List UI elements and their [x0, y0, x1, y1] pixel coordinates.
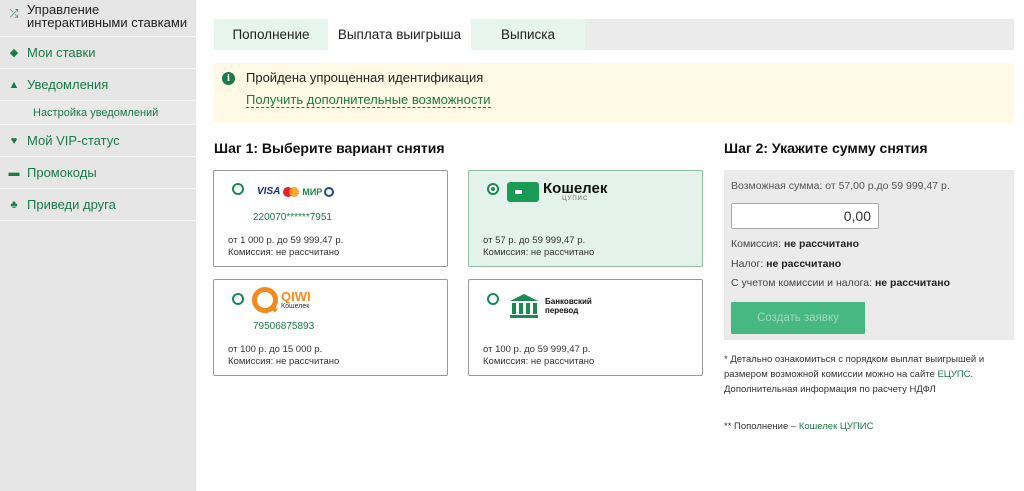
info-icon: i [222, 72, 235, 85]
interactive-icon: ⤮ [9, 7, 19, 20]
option-range: от 100 р. до 15 000 р. [228, 344, 323, 355]
tab-statement[interactable]: Выписка [471, 19, 585, 50]
sidebar-item-label: Промокоды [27, 165, 97, 180]
koshelek-logo: Кошелек ЦУПИС [507, 180, 608, 202]
option-koshelek[interactable]: Кошелек ЦУПИС от 57 р. до 59 999,47 р. К… [468, 170, 703, 267]
sidebar-item-vip-status[interactable]: ♥ Мой VIP-статус [0, 125, 196, 157]
sidebar-item-my-bets[interactable]: ◆ Мои ставки [0, 37, 196, 69]
sidebar-item-invite-friend[interactable]: ♣ Приведи друга [0, 189, 196, 221]
jcb-icon [324, 186, 335, 197]
option-commission: Комиссия: не рассчитано [228, 356, 340, 367]
ecups-link[interactable]: ЕЦУПС [937, 369, 970, 380]
identification-notice: i Пройдена упрощенная идентификация Полу… [214, 63, 1014, 123]
heart-icon: ♥ [10, 134, 18, 147]
bank-name-line2: перевод [545, 306, 579, 315]
card-number: 220070******7951 [253, 212, 332, 223]
commission-label: Комиссия: [731, 238, 784, 250]
koshelek-name: Кошелек [543, 180, 608, 197]
qiwi-logo: QIWI Кошелек [252, 287, 311, 313]
total-row: С учетом комиссии и налога: не рассчитан… [731, 277, 950, 289]
option-radio[interactable] [232, 293, 244, 305]
sidebar-item-label: Управление интерактивными ставками [27, 2, 188, 30]
sidebar-item-label: Приведи друга [27, 197, 116, 212]
card-logos: VISA МИР [257, 186, 335, 197]
mir-logo: МИР [302, 186, 323, 197]
option-bank-transfer[interactable]: Банковский перевод от 100 р. до 59 999,4… [468, 279, 703, 376]
qiwi-name: QIWI [281, 288, 311, 304]
bank-name-line1: Банковский [545, 297, 592, 306]
tab-deposit[interactable]: Пополнение [214, 19, 328, 50]
amount-panel: Возможная сумма: от 57,00 р.до 59 999,47… [724, 170, 1014, 340]
qiwi-icon [252, 287, 278, 313]
option-radio[interactable] [487, 293, 499, 305]
notice-text: Пройдена упрощенная идентификация [246, 70, 484, 85]
step1-title: Шаг 1: Выберите вариант снятия [214, 140, 445, 156]
note-text: ** Пополнение – [724, 421, 799, 432]
amount-input[interactable]: 0,00 [731, 203, 879, 229]
tax-row: Налог: не рассчитано [731, 258, 841, 270]
available-amount: Возможная сумма: от 57,00 р.до 59 999,47… [731, 180, 950, 192]
option-range: от 57 р. до 59 999,47 р. [483, 235, 586, 246]
tax-label: Налог: [731, 258, 767, 270]
create-request-button[interactable]: Создать заявку [731, 302, 865, 334]
sidebar-item-label: Настройка уведомлений [33, 106, 159, 119]
promo-icon: ▬ [8, 166, 20, 179]
commission-value: не рассчитано [783, 238, 859, 250]
sidebar-item-label: Мой VIP-статус [27, 133, 120, 148]
option-bank-card[interactable]: VISA МИР 220070******7951 от 1 000 р. до… [213, 170, 448, 267]
option-radio[interactable] [232, 183, 244, 195]
total-label: С учетом комиссии и налога: [731, 277, 875, 289]
tab-bar: Пополнение Выплата выигрыша Выписка [214, 19, 1014, 50]
koshelek-cupis-link[interactable]: Кошелек ЦУПИС [799, 421, 874, 432]
option-commission: Комиссия: не рассчитано [483, 356, 595, 367]
option-range: от 1 000 р. до 59 999,47 р. [228, 235, 344, 246]
mastercard-icon [283, 186, 300, 197]
visa-logo: VISA [257, 186, 281, 197]
notice-link[interactable]: Получить дополнительные возможности [246, 93, 491, 108]
sidebar-item-notification-settings[interactable]: Настройка уведомлений [0, 101, 196, 125]
sidebar-item-interactive-bets[interactable]: ⤮ Управление интерактивными ставками [0, 0, 196, 37]
ticket-icon: ◆ [9, 47, 19, 59]
qiwi-sub: Кошелек [281, 302, 310, 310]
payout-note: * Детально ознакомиться с порядком выпла… [724, 352, 1014, 397]
bank-icon [510, 294, 538, 318]
tab-payout[interactable]: Выплата выигрыша [328, 19, 471, 50]
sidebar-item-promocodes[interactable]: ▬ Промокоды [0, 157, 196, 189]
option-qiwi[interactable]: QIWI Кошелек 79506875893 от 100 р. до 15… [213, 279, 448, 376]
sidebar-item-label: Мои ставки [27, 45, 96, 60]
option-commission: Комиссия: не рассчитано [483, 247, 595, 258]
commission-row: Комиссия: не рассчитано [731, 238, 859, 250]
qiwi-number: 79506875893 [253, 321, 315, 332]
sidebar-item-label: Уведомления [27, 77, 109, 92]
bell-icon: ▲ [8, 78, 20, 91]
wallet-icon [507, 182, 539, 202]
sidebar: ⤮ Управление интерактивными ставками ◆ М… [0, 0, 196, 491]
sidebar-item-notifications[interactable]: ▲ Уведомления [0, 69, 196, 101]
total-value: не рассчитано [874, 277, 951, 289]
bank-transfer-logo: Банковский перевод [509, 293, 592, 319]
step2-title: Шаг 2: Укажите сумму снятия [724, 140, 928, 156]
option-range: от 100 р. до 59 999,47 р. [483, 344, 591, 355]
option-commission: Комиссия: не рассчитано [228, 247, 340, 258]
user-plus-icon: ♣ [10, 198, 18, 211]
deposit-note: ** Пополнение – Кошелек ЦУПИС [724, 419, 873, 434]
tax-value: не рассчитано [766, 258, 842, 270]
option-radio-selected[interactable] [487, 183, 499, 195]
